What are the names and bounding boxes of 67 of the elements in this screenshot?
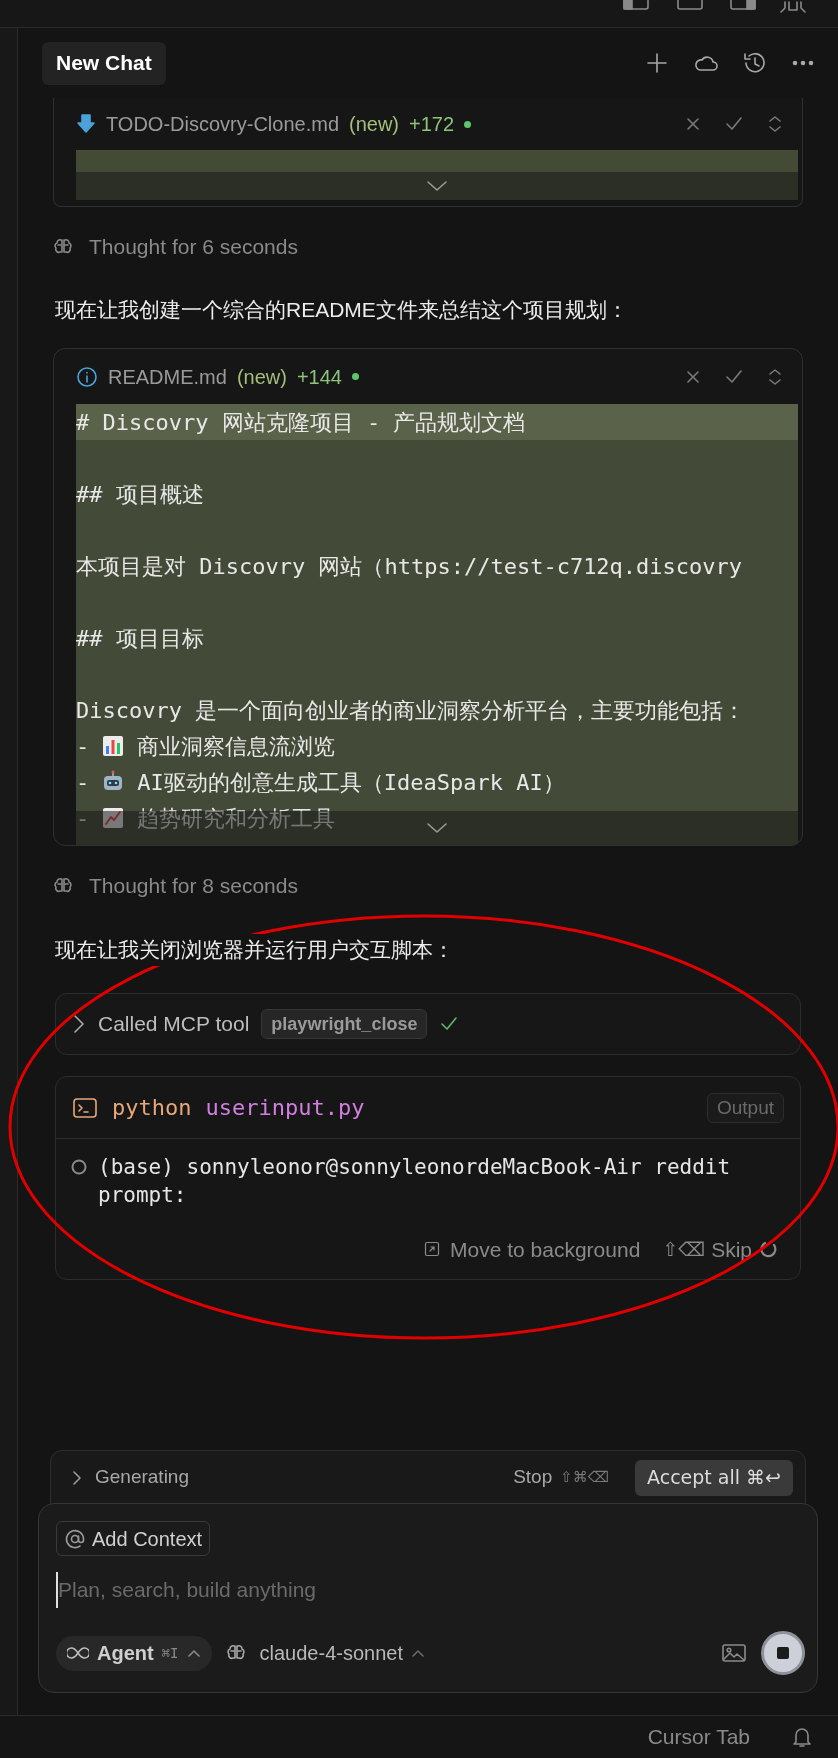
generating-label: Generating xyxy=(95,1465,189,1490)
at-sign-icon xyxy=(64,1527,86,1550)
terminal-output-line: prompt: xyxy=(98,1182,188,1209)
caret-icon xyxy=(410,1648,425,1658)
expand-chevron-icon[interactable] xyxy=(425,821,449,835)
info-icon xyxy=(76,365,98,388)
move-to-background-button[interactable]: Move to background xyxy=(424,1233,641,1265)
command-name: python xyxy=(112,1094,192,1122)
additions-count: +172 xyxy=(409,112,455,137)
add-context-button[interactable]: Add Context xyxy=(56,1521,211,1556)
image-icon[interactable] xyxy=(721,1642,747,1664)
thought-duration[interactable]: Thought for 8 seconds xyxy=(89,870,298,902)
chat-title-tab[interactable]: New Chat xyxy=(42,41,166,85)
spinner-icon xyxy=(758,1239,778,1260)
list-marker: - xyxy=(76,732,90,761)
tool-call-label: Called MCP tool xyxy=(98,1011,250,1038)
expand-icon[interactable] xyxy=(766,114,784,134)
stop-label: Stop xyxy=(513,1465,553,1490)
tool-name-tag: playwright_close xyxy=(261,1009,428,1039)
shortcut-keys: ⌘I xyxy=(161,1642,179,1664)
tool-call-card[interactable]: Called MCP tool playwright_close xyxy=(55,993,801,1055)
mode-label: Agent xyxy=(97,1641,154,1666)
shortcut-keys: ⇧⌫ xyxy=(662,1235,706,1264)
code-line: # Discovry 网站克隆项目 - 产品规划文档 xyxy=(76,408,526,437)
command-argument: userinput.py xyxy=(205,1094,365,1122)
new-file-label: (new) xyxy=(236,364,287,390)
terminal-output-line: (base) sonnyleonor@sonnyleonordeMacBook-Air reddit xyxy=(98,1154,731,1181)
external-icon xyxy=(424,1241,441,1258)
file-name[interactable]: README.md xyxy=(108,361,227,392)
stop-generation-button[interactable] xyxy=(761,1631,805,1675)
agent-mode-selector[interactable]: Agent ⌘I xyxy=(56,1635,212,1671)
code-line: Discovry 是一个面向创业者的商业洞察分析平台，主要功能包括： xyxy=(76,696,746,725)
skip-button[interactable]: ⇧⌫ Skip xyxy=(662,1233,778,1265)
model-selector[interactable]: claude-4-sonnet xyxy=(225,1635,425,1671)
thought-duration[interactable]: Thought for 6 seconds xyxy=(89,231,298,263)
down-arrow-icon xyxy=(76,113,96,135)
stop-icon xyxy=(777,1647,789,1659)
running-status-icon xyxy=(70,1158,88,1176)
status-text[interactable]: Cursor Tab xyxy=(647,1721,750,1753)
infinity-icon xyxy=(67,1646,89,1660)
code-line: 商业洞察信息流浏览 xyxy=(137,732,336,761)
model-name: claude-4-sonnet xyxy=(259,1641,403,1666)
file-name[interactable]: TODO-Discovry-Clone.md xyxy=(106,109,339,139)
accept-all-button[interactable]: Accept all ⌘↩ xyxy=(635,1459,793,1496)
expand-chevron-icon[interactable] xyxy=(425,179,449,193)
list-marker: - xyxy=(76,804,90,833)
code-line: AI驱动的创意生成工具（IdeaSpark AI） xyxy=(137,768,565,797)
expand-icon[interactable] xyxy=(766,366,784,387)
stop-button[interactable]: Stop ⇧⌘⌫ xyxy=(513,1463,610,1492)
list-marker: - xyxy=(76,768,90,797)
terminal-icon xyxy=(72,1096,98,1119)
new-file-label: (new) xyxy=(349,112,399,137)
trend-chart-icon xyxy=(101,806,126,830)
chevron-right-icon[interactable] xyxy=(72,1013,86,1035)
close-icon[interactable] xyxy=(684,115,702,133)
shortcut-keys: ⇧⌘⌫ xyxy=(560,1466,610,1489)
code-line: ## 项目概述 xyxy=(76,480,204,509)
plus-icon[interactable] xyxy=(644,50,670,76)
code-line: 本项目是对 Discovry 网站（https://test-c712q.discovry xyxy=(76,552,743,581)
code-line: 趋势研究和分析工具 xyxy=(137,804,336,833)
bar-chart-icon xyxy=(101,734,126,758)
caret-icon xyxy=(186,1648,201,1658)
code-line: ## 项目目标 xyxy=(76,624,204,653)
skip-label: Skip xyxy=(711,1236,752,1263)
message-input[interactable]: Plan, search, build anything xyxy=(56,1572,556,1608)
history-icon[interactable] xyxy=(742,50,768,76)
additions-count: +144 xyxy=(296,364,342,390)
